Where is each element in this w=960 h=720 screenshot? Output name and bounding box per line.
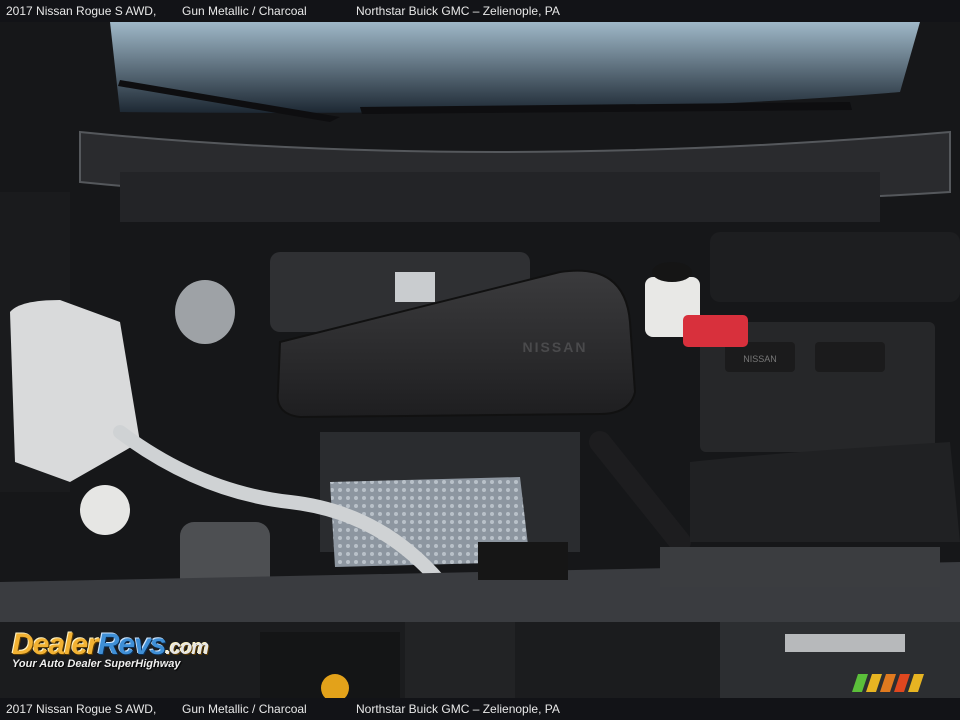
air-box xyxy=(710,232,960,302)
caption-color: Gun Metallic / Charcoal xyxy=(182,4,307,18)
caption-color-bottom: Gun Metallic / Charcoal xyxy=(182,702,307,716)
logo-part-dealer: Dealer xyxy=(12,628,99,661)
watermark-tagline: Your Auto Dealer SuperHighway xyxy=(12,658,181,670)
battery-label: NISSAN xyxy=(743,354,777,364)
engine-cover-badge: NISSAN xyxy=(523,339,588,355)
engine-mount xyxy=(175,280,235,344)
dealerrevs-logo: DealerRevs.com xyxy=(12,628,209,662)
logo-part-com: .com xyxy=(165,637,209,659)
caption-vehicle: 2017 Nissan Rogue S AWD, xyxy=(6,4,157,18)
bottom-caption-bar: 2017 Nissan Rogue S AWD, Gun Metallic / … xyxy=(0,698,960,720)
logo-part-revs: Revs xyxy=(97,628,167,661)
caption-dealer: Northstar Buick GMC – Zelienople, PA xyxy=(356,4,560,18)
engine-bay-photo: NISSAN NISSAN xyxy=(0,22,960,698)
top-caption-bar: 2017 Nissan Rogue S AWD, Gun Metallic / … xyxy=(0,0,960,22)
hood-latch xyxy=(478,542,568,580)
washer-fluid-cap xyxy=(80,485,130,535)
battery-terminal-cover xyxy=(683,315,748,347)
stripes-logo xyxy=(852,674,924,692)
caption-vehicle-bottom: 2017 Nissan Rogue S AWD, xyxy=(6,702,157,716)
dealerrevs-watermark: DealerRevs.com Your Auto Dealer SuperHig… xyxy=(12,628,209,670)
caption-dealer-bottom: Northstar Buick GMC – Zelienople, PA xyxy=(356,702,560,716)
firewall-trim xyxy=(120,172,880,222)
